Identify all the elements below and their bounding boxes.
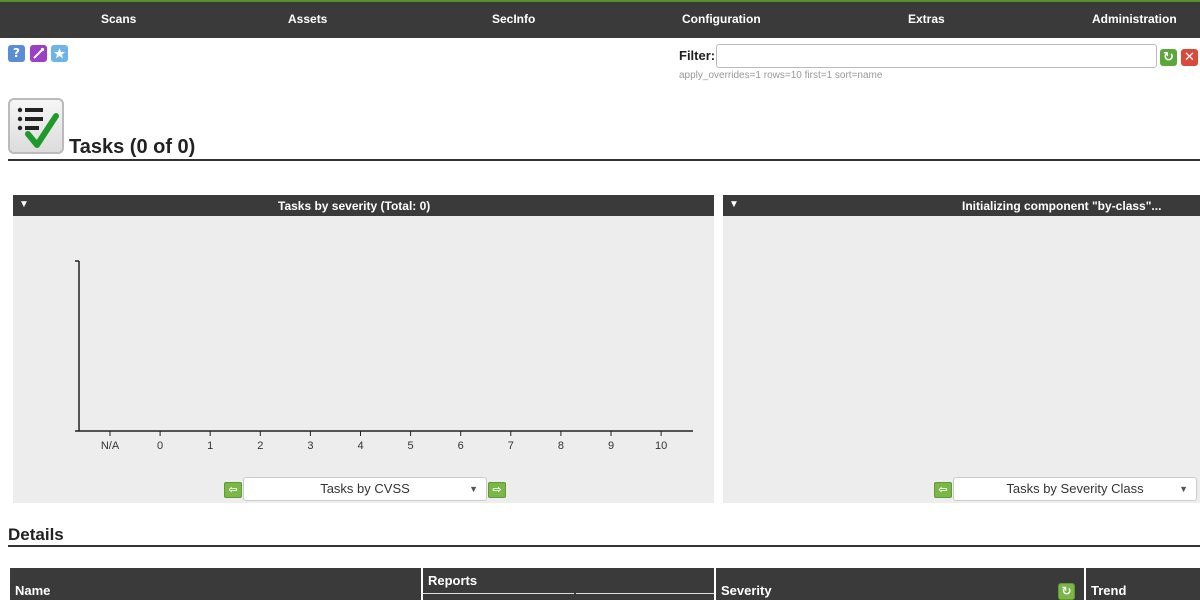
column-header-trend[interactable]: Trend (1086, 568, 1200, 600)
x-tick-label: N/A (101, 440, 120, 452)
x-tick-label: 9 (608, 440, 614, 452)
column-header-reports-last[interactable] (576, 593, 714, 600)
new-task-wizard-icon[interactable] (30, 45, 47, 62)
class-chart-panel: ▼ Initializing component "by-class"... (723, 195, 1200, 503)
nav-item-scans[interactable]: Scans (101, 12, 136, 26)
severity-chart-title: Tasks by severity (Total: 0) (278, 199, 431, 213)
left-chart-selector[interactable]: Tasks by CVSS ▼ (243, 477, 487, 501)
title-divider (8, 159, 1200, 161)
star-icon (54, 48, 65, 59)
x-tick-label: 3 (307, 440, 313, 452)
chevron-down-icon: ▼ (1179, 484, 1188, 494)
x-tick-label: 6 (458, 440, 464, 452)
details-divider (8, 545, 1200, 547)
filter-label: Filter: (679, 48, 716, 63)
filter-params: apply_overrides=1 rows=10 first=1 sort=n… (679, 70, 883, 81)
new-icon[interactable] (51, 45, 68, 62)
page-title: Tasks (0 of 0) (69, 136, 196, 158)
x-tick-label: 4 (357, 440, 363, 452)
x-tick-label: 8 (558, 440, 564, 452)
severity-bar-chart: N/A 0 1 2 3 4 5 6 7 8 9 10 (75, 260, 693, 452)
class-chart-header: ▼ Initializing component "by-class"... (723, 195, 1200, 216)
wand-icon (33, 47, 45, 59)
left-chart-selected: Tasks by CVSS (320, 481, 410, 496)
right-chart-selector[interactable]: Tasks by Severity Class ▼ (953, 477, 1197, 501)
previous-chart-arrow-icon[interactable]: ⇦ (224, 482, 242, 498)
class-chart-title: Initializing component "by-class"... (962, 199, 1162, 213)
x-tick-label: 7 (508, 440, 514, 452)
help-icon[interactable]: ? (8, 45, 25, 62)
nav-item-extras[interactable]: Extras (908, 12, 945, 26)
collapse-caret-icon[interactable]: ▼ (729, 199, 739, 210)
column-header-severity[interactable]: Severity ↻ (716, 568, 1084, 600)
top-navigation-bar: Scans Assets SecInfo Configuration Extra… (0, 0, 1200, 38)
nav-item-configuration[interactable]: Configuration (682, 12, 761, 26)
x-tick-label: 1 (207, 440, 213, 452)
next-chart-arrow-icon[interactable]: ⇨ (488, 482, 506, 498)
x-tick-label: 5 (408, 440, 414, 452)
nav-item-administration[interactable]: Administration (1092, 12, 1177, 26)
previous-chart-arrow-icon[interactable]: ⇦ (934, 482, 952, 498)
x-tick-label: 0 (157, 440, 163, 452)
column-header-name[interactable]: Name (10, 568, 421, 600)
details-heading: Details (8, 525, 64, 544)
tasks-icon (8, 98, 64, 154)
chevron-down-icon: ▼ (469, 484, 478, 494)
severity-chart-header: ▼ Tasks by severity (Total: 0) (13, 195, 714, 216)
nav-item-assets[interactable]: Assets (288, 12, 327, 26)
x-tick-label: 2 (257, 440, 263, 452)
severity-chart-panel: ▼ Tasks by severity (Total: 0) N/A 0 1 2 3 4 5… (13, 195, 714, 503)
column-header-reports-total[interactable] (423, 593, 574, 600)
right-chart-selected: Tasks by Severity Class (1006, 481, 1144, 496)
nav-item-secinfo[interactable]: SecInfo (492, 12, 535, 26)
overrides-refresh-icon[interactable]: ↻ (1058, 583, 1075, 600)
collapse-caret-icon[interactable]: ▼ (19, 199, 29, 210)
refresh-filter-icon[interactable]: ↻ (1160, 49, 1177, 66)
x-tick-label: 10 (655, 440, 667, 452)
filter-input[interactable] (716, 44, 1157, 68)
reset-filter-icon[interactable]: ✕ (1181, 49, 1198, 66)
